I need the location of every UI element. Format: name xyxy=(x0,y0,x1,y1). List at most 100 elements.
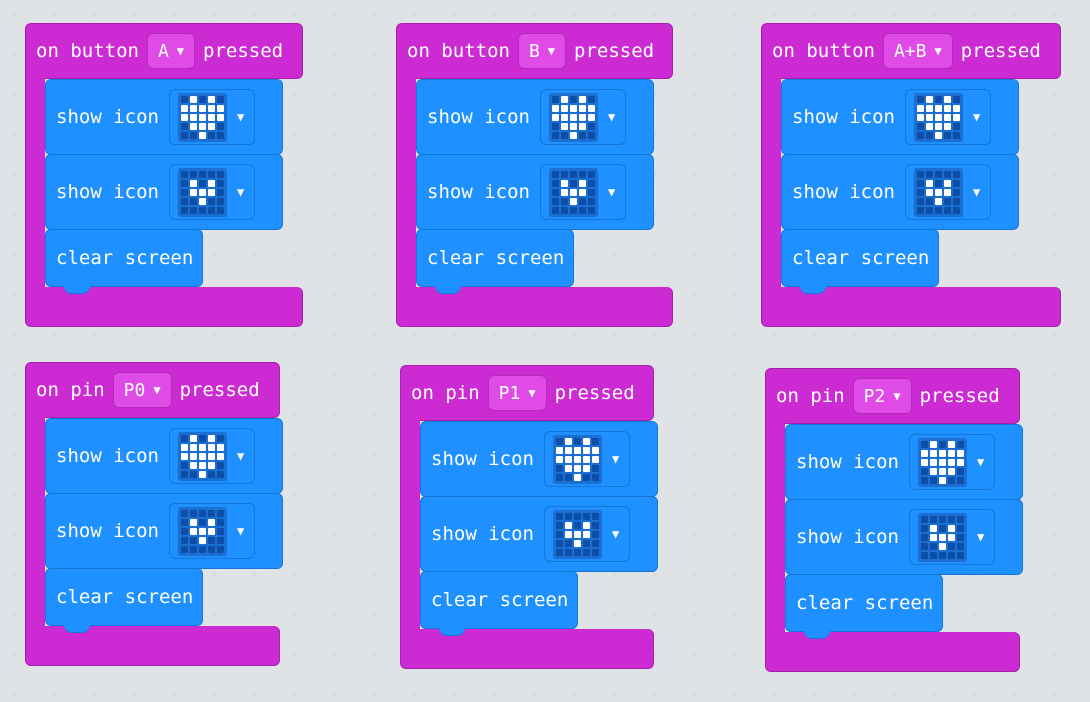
event-dropdown[interactable]: P1 ▼ xyxy=(487,375,547,411)
led-pixel xyxy=(180,527,188,535)
led-pixel xyxy=(587,122,595,130)
led-pixel xyxy=(189,509,197,517)
event-block-5[interactable]: on pin P1 ▼ pressed show icon ▼ show icon ▼ clea… xyxy=(400,365,658,669)
icon-dropdown[interactable]: ▼ xyxy=(543,506,631,562)
clear-screen-block[interactable]: clear screen xyxy=(781,229,939,294)
clear-screen-block[interactable]: clear screen xyxy=(416,229,574,294)
icon-dropdown[interactable]: ▼ xyxy=(539,89,627,145)
dropdown-caret-icon: ▼ xyxy=(893,389,901,403)
clear-screen-block[interactable]: clear screen xyxy=(420,571,578,636)
led-pixel xyxy=(916,104,924,112)
clear-screen-block[interactable]: clear screen xyxy=(785,574,943,639)
led-pixel xyxy=(198,518,206,526)
led-pixel xyxy=(952,104,960,112)
event-header[interactable]: on button B ▼ pressed xyxy=(396,23,673,79)
led-pixel xyxy=(564,539,572,547)
event-block-3[interactable]: on button A+B ▼ pressed show icon ▼ show icon ▼… xyxy=(761,23,1061,327)
show-icon-block[interactable]: show icon ▼ xyxy=(416,154,654,230)
show-icon-block[interactable]: show icon ▼ xyxy=(420,421,658,497)
event-suffix-label: pressed xyxy=(179,379,260,401)
show-icon-block[interactable]: show icon ▼ xyxy=(45,493,283,569)
show-icon-block[interactable]: show icon ▼ xyxy=(785,499,1023,575)
led-pixel xyxy=(920,542,928,550)
event-header[interactable]: on pin P2 ▼ pressed xyxy=(765,368,1020,424)
event-dropdown[interactable]: P0 ▼ xyxy=(112,372,172,408)
show-icon-block[interactable]: show icon ▼ xyxy=(781,79,1019,155)
icon-dropdown[interactable]: ▼ xyxy=(168,89,256,145)
event-header[interactable]: on pin P0 ▼ pressed xyxy=(25,362,280,418)
show-icon-block[interactable]: show icon ▼ xyxy=(781,154,1019,230)
led-pixel xyxy=(216,170,224,178)
led-pixel xyxy=(189,536,197,544)
dropdown-caret-icon: ▼ xyxy=(611,452,620,466)
led-pixel xyxy=(180,113,188,121)
led-pixel xyxy=(952,179,960,187)
led-pixel xyxy=(956,467,964,475)
show-icon-block[interactable]: show icon ▼ xyxy=(785,424,1023,500)
clear-screen-block[interactable]: clear screen xyxy=(45,568,203,633)
icon-dropdown[interactable]: ▼ xyxy=(168,428,256,484)
led-pixel xyxy=(198,470,206,478)
dropdown-caret-icon: ▼ xyxy=(934,44,942,58)
show-icon-label: show icon xyxy=(796,526,899,548)
icon-dropdown[interactable]: ▼ xyxy=(904,89,992,145)
icon-dropdown[interactable]: ▼ xyxy=(904,164,992,220)
led-pixel xyxy=(555,530,563,538)
icon-dropdown[interactable]: ▼ xyxy=(908,434,996,490)
event-dropdown[interactable]: A ▼ xyxy=(146,33,196,69)
led-pixel xyxy=(573,446,581,454)
led-pixel xyxy=(569,95,577,103)
event-dropdown[interactable]: P2 ▼ xyxy=(852,378,912,414)
icon-dropdown[interactable]: ▼ xyxy=(168,164,256,220)
event-header[interactable]: on button A+B ▼ pressed xyxy=(761,23,1061,79)
led-pixel xyxy=(916,113,924,121)
led-pixel xyxy=(189,170,197,178)
event-block-2[interactable]: on button B ▼ pressed show icon ▼ show icon ▼ cl… xyxy=(396,23,673,327)
show-icon-block[interactable]: show icon ▼ xyxy=(45,79,283,155)
led-pixel xyxy=(952,188,960,196)
led-pixel xyxy=(582,455,590,463)
event-block-1[interactable]: on button A ▼ pressed show icon ▼ show icon ▼ cl… xyxy=(25,23,303,327)
led-pixel xyxy=(560,170,568,178)
led-pixel xyxy=(956,542,964,550)
led-pixel xyxy=(920,551,928,559)
led-pixel xyxy=(207,527,215,535)
show-icon-block[interactable]: show icon ▼ xyxy=(45,418,283,494)
event-dropdown[interactable]: B ▼ xyxy=(517,33,567,69)
event-dropdown[interactable]: A+B ▼ xyxy=(882,33,953,69)
event-block-4[interactable]: on pin P0 ▼ pressed show icon ▼ show icon ▼ clea… xyxy=(25,362,283,666)
led-pixel xyxy=(938,542,946,550)
led-pixel xyxy=(573,437,581,445)
led-pixel xyxy=(591,437,599,445)
led-pixel xyxy=(947,542,955,550)
led-pixel xyxy=(189,452,197,460)
event-header[interactable]: on button A ▼ pressed xyxy=(25,23,303,79)
led-pixel xyxy=(555,548,563,556)
dropdown-caret-icon: ▼ xyxy=(176,44,185,58)
show-icon-label: show icon xyxy=(792,181,895,203)
led-pixel xyxy=(578,188,586,196)
icon-dropdown[interactable]: ▼ xyxy=(908,509,996,565)
led-pixel xyxy=(216,509,224,517)
show-icon-block[interactable]: show icon ▼ xyxy=(420,496,658,572)
led-pixel xyxy=(947,440,955,448)
led-pixel xyxy=(573,530,581,538)
icon-dropdown[interactable]: ▼ xyxy=(539,164,627,220)
led-pixel xyxy=(564,455,572,463)
led-pixel xyxy=(582,437,590,445)
led-pixel xyxy=(591,455,599,463)
clear-screen-block[interactable]: clear screen xyxy=(45,229,203,294)
icon-dropdown[interactable]: ▼ xyxy=(168,503,256,559)
icon-dropdown[interactable]: ▼ xyxy=(543,431,631,487)
led-pixel xyxy=(925,104,933,112)
show-icon-block[interactable]: show icon ▼ xyxy=(45,154,283,230)
small-heart-icon xyxy=(913,167,963,217)
clear-screen-label: clear screen xyxy=(431,589,569,611)
event-header[interactable]: on pin P1 ▼ pressed xyxy=(400,365,654,421)
show-icon-block[interactable]: show icon ▼ xyxy=(416,79,654,155)
led-pixel xyxy=(180,206,188,214)
event-block-6[interactable]: on pin P2 ▼ pressed show icon ▼ show icon ▼ clea… xyxy=(765,368,1023,672)
led-pixel xyxy=(207,434,215,442)
led-pixel xyxy=(916,197,924,205)
led-pixel xyxy=(551,113,559,121)
